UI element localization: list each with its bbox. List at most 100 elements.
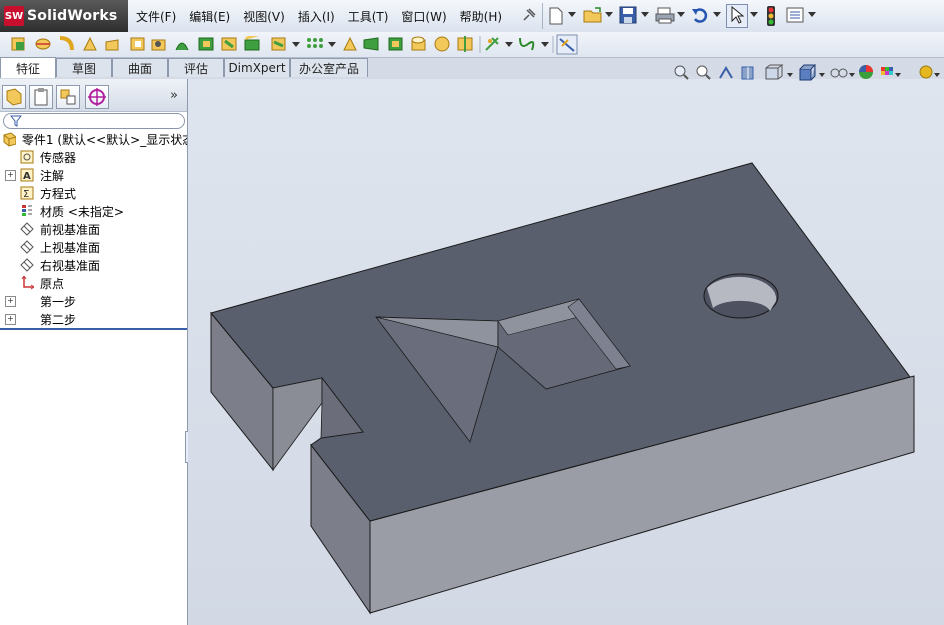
sensor-icon [20, 150, 34, 164]
tree-item-sensors[interactable]: 传感器 [0, 148, 187, 166]
expand-icon[interactable]: + [5, 295, 16, 307]
graphics-area[interactable] [188, 79, 944, 625]
tree-item-origin[interactable]: 原点 [0, 274, 187, 292]
tree-item-label: 前视基准面 [40, 222, 101, 237]
dots-pattern-icon [307, 38, 323, 48]
dimxpert-icon [88, 88, 106, 106]
view-orientation-icon[interactable] [765, 64, 784, 80]
tree-root[interactable]: 零件1 (默认<<默认>_显示状态 [0, 130, 187, 148]
origin-icon [20, 276, 34, 290]
tab-sketch[interactable]: 草图 [56, 58, 112, 77]
save-icon[interactable] [619, 6, 637, 24]
hole-wizard-icon [151, 39, 166, 51]
revolve-cut-icon [175, 42, 189, 51]
chevron-down-icon[interactable] [677, 12, 685, 18]
menu-view[interactable]: 视图(V) [243, 8, 285, 25]
select-cursor-icon[interactable] [729, 6, 745, 24]
panel-tabs-bar: » [0, 79, 187, 112]
apply-scene-icon[interactable] [881, 67, 893, 75]
options-icon[interactable] [786, 6, 804, 24]
tree-item-label: 上视基准面 [40, 240, 101, 255]
configuration-manager-tab[interactable] [56, 85, 80, 109]
menu-file[interactable]: 文件(F) [136, 8, 176, 25]
previous-view-icon[interactable] [719, 66, 733, 79]
expand-panel-button[interactable]: » [170, 88, 178, 103]
loft-icon [83, 36, 97, 51]
tree-item-equations[interactable]: Σ 方程式 [0, 184, 187, 202]
plane-icon [20, 258, 34, 272]
tree-item-top-plane[interactable]: 上视基准面 [0, 238, 187, 256]
print-icon[interactable] [655, 6, 675, 24]
tab-office-products[interactable]: 办公室产品 [290, 58, 368, 77]
tab-evaluate[interactable]: 评估 [168, 58, 224, 77]
feature-icon [20, 294, 34, 308]
feature-tree-tab[interactable] [2, 85, 26, 109]
feature-tree-icon [6, 88, 22, 106]
feature-icon [20, 312, 34, 326]
feature-toolbar-icons [11, 34, 578, 55]
property-manager-tab[interactable] [29, 85, 53, 109]
logo-badge: SW [4, 6, 24, 26]
plane-icon [20, 240, 34, 254]
new-document-icon[interactable] [548, 7, 564, 25]
boundary-boss-icon [105, 39, 119, 51]
open-folder-icon[interactable] [583, 6, 603, 24]
undo-icon[interactable] [691, 6, 709, 24]
dimxpert-manager-tab[interactable] [85, 85, 109, 109]
pin-icon[interactable] [520, 6, 538, 24]
tree-item-front-plane[interactable]: 前视基准面 [0, 220, 187, 238]
extrude-boss-icon [11, 37, 25, 51]
edit-appearance-icon[interactable] [859, 65, 873, 79]
chevron-down-icon[interactable] [641, 12, 649, 18]
tree-item-material[interactable]: 材质 <未指定> [0, 202, 187, 220]
tab-surfaces[interactable]: 曲面 [112, 58, 168, 77]
filter-box[interactable] [3, 113, 185, 129]
hide-show-items-icon[interactable] [830, 68, 848, 78]
shell-icon [388, 37, 403, 51]
chevron-down-icon[interactable] [808, 12, 816, 18]
tab-dimxpert[interactable]: DimXpert [224, 58, 290, 77]
tree-item-label: 注解 [40, 168, 65, 183]
rollback-bar[interactable] [0, 328, 187, 330]
draft-icon [363, 37, 379, 51]
configuration-icon [60, 89, 76, 105]
tree-item-label: 原点 [40, 276, 65, 291]
svg-text:Σ: Σ [23, 189, 29, 200]
zoom-to-area-icon[interactable] [696, 65, 711, 80]
logo-text: SolidWorks [27, 8, 118, 24]
heads-up-view-toolbar [674, 64, 940, 81]
menu-bar: SW SolidWorks 文件(F) 编辑(E) 视图(V) 插入(I) 工具… [0, 0, 944, 33]
tree-item-step-two[interactable]: + 第二步 [0, 310, 187, 328]
tree-item-step-one[interactable]: + 第一步 [0, 292, 187, 310]
tree-item-label: 右视基准面 [40, 258, 101, 273]
tree-item-annotations[interactable]: + A 注解 [0, 166, 187, 184]
tab-features[interactable]: 特征 [0, 57, 56, 78]
swept-cut-icon [198, 37, 214, 51]
feature-manager-panel: » 零件1 (默认<<默认>_显示状态 传感器 + A 注解 Σ 方程式 材质 … [0, 79, 193, 625]
zoom-to-fit-icon[interactable] [674, 65, 689, 80]
rebuild-icon[interactable] [765, 5, 777, 27]
tree-item-label: 第一步 [40, 294, 77, 309]
section-view-icon[interactable] [741, 66, 754, 80]
chevron-down-icon[interactable] [605, 12, 613, 18]
app-logo: SW SolidWorks [0, 0, 128, 32]
model-view[interactable] [188, 79, 944, 625]
chevron-down-icon[interactable] [713, 12, 721, 18]
chevron-down-icon[interactable] [568, 12, 576, 18]
expand-icon[interactable]: + [5, 313, 16, 325]
view-settings-icon[interactable] [919, 65, 933, 79]
plane-icon [20, 222, 34, 236]
menu-help[interactable]: 帮助(H) [460, 8, 502, 25]
menu-insert[interactable]: 插入(I) [298, 8, 335, 25]
menu-tools[interactable]: 工具(T) [348, 8, 389, 25]
revolve-boss-icon [35, 38, 51, 50]
chevron-down-icon[interactable] [750, 12, 758, 18]
menu-edit[interactable]: 编辑(E) [189, 8, 230, 25]
dome-icon [411, 36, 426, 51]
tree-item-right-plane[interactable]: 右视基准面 [0, 256, 187, 274]
menu-window[interactable]: 窗口(W) [401, 8, 446, 25]
linear-pattern-icon [271, 37, 286, 51]
expand-icon[interactable]: + [5, 169, 16, 181]
display-style-icon[interactable] [799, 64, 817, 81]
fillet-icon [244, 36, 260, 51]
